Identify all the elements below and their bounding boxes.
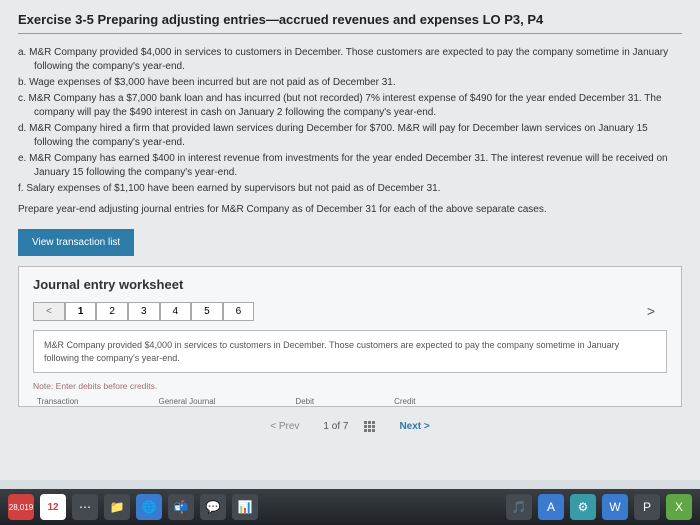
journal-worksheet: Journal entry worksheet < 1 2 3 4 5 6 > …	[18, 266, 682, 407]
entry-description: M&R Company provided $4,000 in services …	[33, 330, 667, 373]
worksheet-title: Journal entry worksheet	[33, 277, 667, 292]
pagination-nav: < Prev 1 of 7 Next >	[18, 407, 682, 442]
item-b: b. Wage expenses of $3,000 have been inc…	[18, 76, 682, 90]
settings-icon[interactable]: ⚙	[570, 494, 596, 520]
word-icon[interactable]: W	[602, 494, 628, 520]
calendar-icon[interactable]: 12	[40, 494, 66, 520]
instruction-text: Prepare year-end adjusting journal entri…	[18, 204, 682, 215]
col-transaction: Transaction	[37, 397, 79, 406]
item-f: f. Salary expenses of $1,100 have been e…	[18, 182, 682, 196]
app-icon[interactable]: 🌐	[136, 494, 162, 520]
page-count: 1 of 7	[323, 421, 348, 432]
tab-1[interactable]: 1	[65, 302, 97, 321]
app-store-icon[interactable]: A	[538, 494, 564, 520]
item-d: d. M&R Company hired a firm that provide…	[18, 122, 682, 150]
tab-next[interactable]: >	[635, 300, 667, 322]
item-e: e. M&R Company has earned $400 in intere…	[18, 152, 682, 180]
col-journal: General Journal	[159, 397, 216, 406]
app-icon[interactable]: 📬	[168, 494, 194, 520]
app-icon[interactable]: 💬	[200, 494, 226, 520]
tab-3[interactable]: 3	[128, 302, 160, 321]
item-a: a. M&R Company provided $4,000 in servic…	[18, 46, 682, 74]
next-button[interactable]: Next >	[391, 417, 437, 436]
col-credit: Credit	[394, 397, 415, 406]
tab-2[interactable]: 2	[96, 302, 128, 321]
excel-icon[interactable]: X	[666, 494, 692, 520]
app-icon[interactable]: 📊	[232, 494, 258, 520]
grid-view-icon[interactable]	[364, 421, 375, 432]
tab-5[interactable]: 5	[191, 302, 223, 321]
tab-4[interactable]: 4	[160, 302, 192, 321]
table-header-row: Transaction General Journal Debit Credit	[33, 397, 667, 406]
tab-6[interactable]: 6	[223, 302, 255, 321]
powerpoint-icon[interactable]: P	[634, 494, 660, 520]
app-icon[interactable]: 📁	[104, 494, 130, 520]
prev-button[interactable]: < Prev	[262, 417, 307, 436]
taskbar: 28,019 12 ⋯ 📁 🌐 📬 💬 📊 🎵 A ⚙ W P X	[0, 489, 700, 525]
problem-items: a. M&R Company provided $4,000 in servic…	[18, 46, 682, 196]
notification-badge[interactable]: 28,019	[8, 494, 34, 520]
view-transaction-list-button[interactable]: View transaction list	[18, 229, 134, 256]
worksheet-tabs: < 1 2 3 4 5 6 >	[33, 300, 667, 322]
col-debit: Debit	[295, 397, 314, 406]
item-c: c. M&R Company has a $7,000 bank loan an…	[18, 92, 682, 120]
tab-prev[interactable]: <	[33, 302, 65, 321]
music-icon[interactable]: 🎵	[506, 494, 532, 520]
page-title: Exercise 3-5 Preparing adjusting entries…	[18, 12, 682, 34]
entry-note: Note: Enter debits before credits.	[33, 381, 667, 391]
app-icon[interactable]: ⋯	[72, 494, 98, 520]
